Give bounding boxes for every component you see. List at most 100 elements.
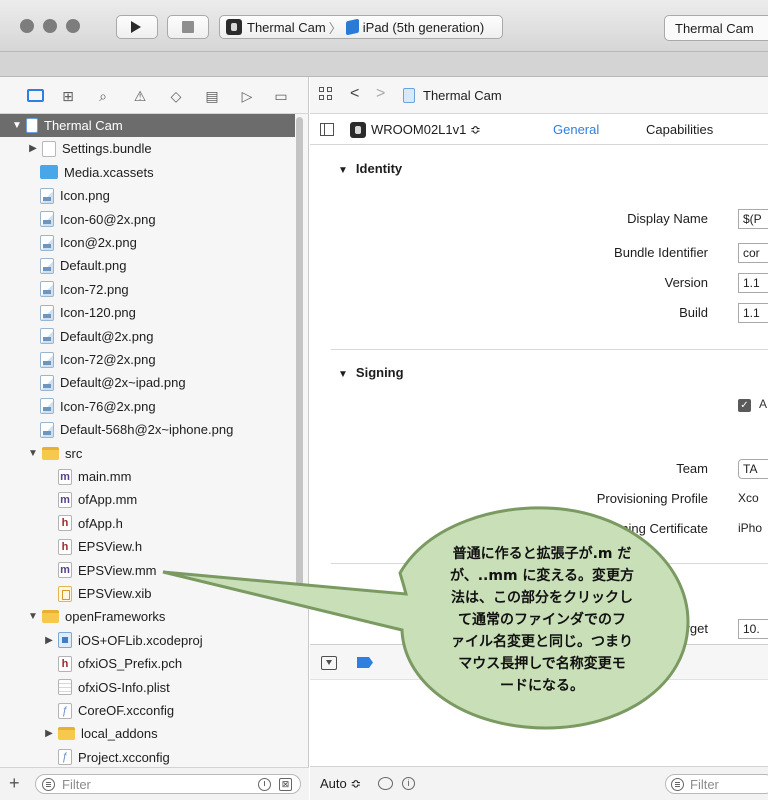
navigator-project-row[interactable]: ▼ Thermal Cam — [0, 114, 295, 137]
navigator-file-row[interactable]: Icon-76@2x.png — [0, 395, 295, 418]
callout-line: て通常のファインダでのフ — [458, 612, 626, 628]
debug-icon[interactable]: ▤ — [203, 88, 221, 104]
tab-general[interactable]: General — [553, 122, 599, 137]
m-file-icon: m — [58, 468, 72, 485]
navigator-filter-input[interactable]: Filter ⊠ — [35, 774, 301, 794]
navigator-file-row[interactable]: m main.mm — [0, 465, 295, 488]
provisioning-profile-value: Xco — [738, 489, 768, 509]
signing-certificate-label: igning Certificate — [611, 521, 708, 536]
breakpoints-toggle-icon[interactable] — [357, 657, 373, 668]
scheme-selector[interactable]: Thermal Cam 〉 iPad (5th generation) — [219, 15, 503, 39]
navigator-group-row[interactable]: ▼ openFrameworks — [0, 605, 295, 628]
target-name: WROOM02L1v1 ≎ — [371, 122, 481, 137]
recent-files-icon[interactable] — [258, 778, 271, 791]
tab-bar — [0, 52, 768, 77]
navigator-item-label: Default@2x~ipad.png — [60, 375, 186, 391]
png-icon — [40, 328, 54, 345]
disclosure-open-icon[interactable]: ▼ — [28, 448, 38, 459]
disclosure-closed-icon[interactable]: ▶ — [28, 143, 38, 154]
png-icon — [40, 351, 54, 368]
navigator-item-label: ofApp.h — [78, 515, 123, 531]
navigator-filter-bar: + Filter ⊠ — [0, 767, 309, 800]
navigator-item-label: Icon-76@2x.png — [60, 398, 156, 414]
search-icon[interactable]: ⌕ — [94, 88, 112, 104]
close-window-button[interactable] — [20, 19, 34, 33]
navigator-file-row[interactable]: h ofApp.h — [0, 512, 295, 535]
navigator-file-row[interactable]: Icon-120.png — [0, 301, 295, 324]
tab-capabilities[interactable]: Capabilities — [646, 122, 713, 137]
hide-debug-area-icon[interactable] — [321, 656, 337, 670]
navigator-file-row[interactable]: ƒ Project.xcconfig — [0, 746, 295, 767]
navigator-file-row[interactable]: h EPSView.h — [0, 535, 295, 558]
minimize-window-button[interactable] — [43, 19, 57, 33]
navigator-group-row[interactable]: ▶ local_addons — [0, 722, 295, 745]
run-button[interactable] — [116, 15, 158, 39]
navigator-file-row[interactable]: Icon-72@2x.png — [0, 348, 295, 371]
navigator-file-row[interactable]: ▶ iOS+OFLib.xcodeproj — [0, 629, 295, 652]
variables-scope-selector[interactable]: Auto ≎ — [320, 776, 361, 792]
breadcrumb[interactable]: Thermal Cam — [403, 88, 502, 103]
folder-icon[interactable] — [27, 89, 44, 102]
team-popup[interactable]: TA — [738, 459, 768, 479]
navigator-file-row[interactable]: Icon@2x.png — [0, 231, 295, 254]
navigator-file-row[interactable]: EPSView.xib — [0, 582, 295, 605]
navigator-file-row[interactable]: Icon-60@2x.png — [0, 208, 295, 231]
navigator-file-row[interactable]: ▶ Settings.bundle — [0, 137, 295, 160]
activity-status: Thermal Cam — [664, 15, 768, 41]
navigator-file-row[interactable]: Default@2x.png — [0, 325, 295, 348]
navigator-file-row[interactable]: Icon-72.png — [0, 278, 295, 301]
project-navigator: ⊞ ⌕ ⚠ ◇ ▤ ▷ ▭ ▼ Thermal Cam ▶ Settings.bund… — [0, 77, 309, 800]
forward-arrow-icon[interactable]: > — [376, 85, 385, 103]
navigator-item-label: Media.xcassets — [64, 164, 154, 180]
folder-icon — [58, 727, 75, 741]
hierarchy-icon[interactable]: ⊞ — [59, 88, 77, 104]
navigator-scrollbar[interactable] — [296, 117, 303, 603]
deployment-target-field[interactable]: 10. — [738, 619, 768, 639]
disclosure-open-icon[interactable]: ▼ — [12, 120, 22, 131]
stop-button[interactable] — [167, 15, 209, 39]
bundle-identifier-field[interactable]: cor — [738, 243, 768, 263]
identity-section-header[interactable]: ▼ Identity — [338, 161, 402, 176]
console-filter-input[interactable]: Filter — [665, 774, 768, 794]
navigator-file-row[interactable]: Default-568h@2x~iphone.png — [0, 418, 295, 441]
test-icon[interactable]: ◇ — [167, 88, 185, 104]
play-icon — [131, 21, 141, 33]
png-icon — [40, 398, 54, 415]
navigator-item-label: main.mm — [78, 469, 132, 484]
navigator-file-row[interactable]: ƒ CoreOF.xcconfig — [0, 699, 295, 722]
target-selector[interactable]: WROOM02L1v1 ≎ — [350, 122, 481, 138]
signing-section-header[interactable]: ▼ Signing — [338, 365, 404, 380]
add-file-button[interactable]: + — [9, 774, 20, 792]
display-name-label: Display Name — [627, 211, 708, 226]
navigator-item-label: ofxiOS-Info.plist — [78, 679, 170, 695]
report-icon[interactable]: ▭ — [272, 88, 290, 104]
navigator-item-label: openFrameworks — [65, 609, 166, 625]
navigator-file-row[interactable]: m ofApp.mm — [0, 488, 295, 511]
breakpoint-icon[interactable]: ▷ — [238, 88, 256, 104]
source-control-filter-icon[interactable]: ⊠ — [279, 778, 292, 791]
navigator-file-row[interactable]: h ofxiOS_Prefix.pch — [0, 652, 295, 675]
disclosure-closed-icon[interactable]: ▶ — [44, 635, 54, 646]
navigator-file-row[interactable]: m EPSView.mm — [0, 559, 295, 582]
navigator-group-row[interactable]: ▼ src — [0, 442, 295, 465]
eye-icon[interactable] — [378, 777, 393, 790]
related-items-icon[interactable] — [319, 87, 334, 102]
sidebar-toggle-icon[interactable] — [320, 123, 334, 136]
display-name-field[interactable]: $(P — [738, 209, 768, 229]
navigator-item-label: Icon-60@2x.png — [60, 211, 156, 227]
disclosure-open-icon[interactable]: ▼ — [28, 611, 38, 622]
callout-line: 普通に作ると拡張子が.m だ — [452, 546, 632, 562]
back-arrow-icon[interactable]: < — [350, 85, 359, 103]
zoom-window-button[interactable] — [66, 19, 80, 33]
navigator-file-row[interactable]: Media.xcassets — [0, 161, 295, 184]
warning-icon[interactable]: ⚠ — [131, 88, 149, 104]
navigator-file-row[interactable]: Default@2x~ipad.png — [0, 371, 295, 394]
navigator-file-row[interactable]: Default.png — [0, 254, 295, 277]
auto-signing-checkbox[interactable]: ✓ — [738, 399, 751, 412]
disclosure-closed-icon[interactable]: ▶ — [44, 728, 54, 739]
info-icon[interactable]: i — [402, 777, 415, 790]
navigator-file-row[interactable]: Icon.png — [0, 184, 295, 207]
version-field[interactable]: 1.1 — [738, 273, 768, 293]
navigator-file-row[interactable]: ofxiOS-Info.plist — [0, 676, 295, 699]
build-field[interactable]: 1.1 — [738, 303, 768, 323]
